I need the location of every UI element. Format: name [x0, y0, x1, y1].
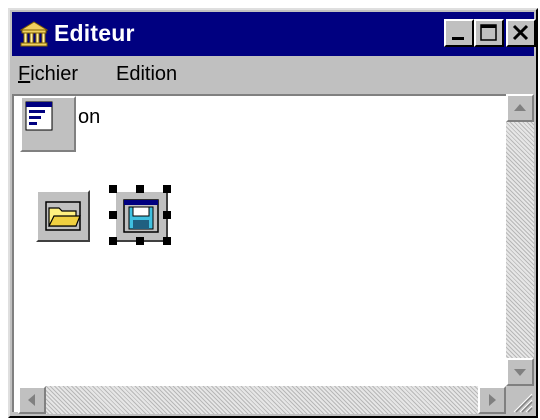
palette-button[interactable] — [20, 96, 76, 152]
right-arrow-icon — [489, 394, 496, 406]
horizontal-scrollbar[interactable] — [18, 386, 506, 414]
selection-handle[interactable] — [109, 211, 117, 219]
scroll-left-button[interactable] — [18, 386, 46, 414]
window-title: Editeur — [54, 20, 135, 46]
selection-handle[interactable] — [136, 237, 144, 245]
folder-icon — [45, 201, 81, 231]
scroll-right-button[interactable] — [478, 386, 506, 414]
classical-building-icon — [20, 21, 48, 47]
vertical-scrollbar[interactable] — [506, 94, 534, 386]
selection-handle[interactable] — [109, 237, 117, 245]
floppy-disk-icon — [123, 199, 159, 233]
menu-edition[interactable]: Edition — [116, 63, 177, 86]
title-bar[interactable]: Editeur — [12, 12, 536, 56]
menu-fichier[interactable]: Fichier — [18, 63, 78, 86]
selection-handle[interactable] — [136, 185, 144, 193]
close-icon — [512, 24, 529, 41]
selection-handle[interactable] — [163, 211, 171, 219]
maximize-button[interactable] — [474, 19, 504, 47]
menu-fichier-rest: ichier — [30, 63, 79, 85]
resize-grip[interactable] — [506, 386, 534, 414]
close-button[interactable] — [506, 19, 536, 47]
up-arrow-icon — [514, 104, 526, 111]
resize-grip-icon — [513, 393, 533, 413]
left-arrow-icon — [28, 394, 35, 406]
scroll-down-button[interactable] — [506, 358, 534, 386]
menu-fichier-mnemonic: F — [18, 63, 31, 85]
form-icon — [25, 101, 53, 131]
editor-window: Editeur Fichier Edition on — [8, 8, 538, 418]
minimize-button[interactable] — [444, 19, 474, 47]
selection-handle[interactable] — [163, 237, 171, 245]
selection-handle[interactable] — [163, 185, 171, 193]
open-folder-object[interactable] — [36, 190, 90, 242]
down-arrow-icon — [514, 369, 526, 376]
partially-hidden-label: on — [78, 106, 101, 128]
save-object[interactable] — [114, 190, 168, 242]
editor-canvas[interactable] — [12, 94, 514, 412]
selection-handle[interactable] — [109, 185, 117, 193]
menu-bar: Fichier Edition — [12, 58, 534, 92]
maximize-icon — [480, 24, 497, 41]
minimize-icon — [452, 37, 464, 40]
scroll-up-button[interactable] — [506, 94, 534, 122]
